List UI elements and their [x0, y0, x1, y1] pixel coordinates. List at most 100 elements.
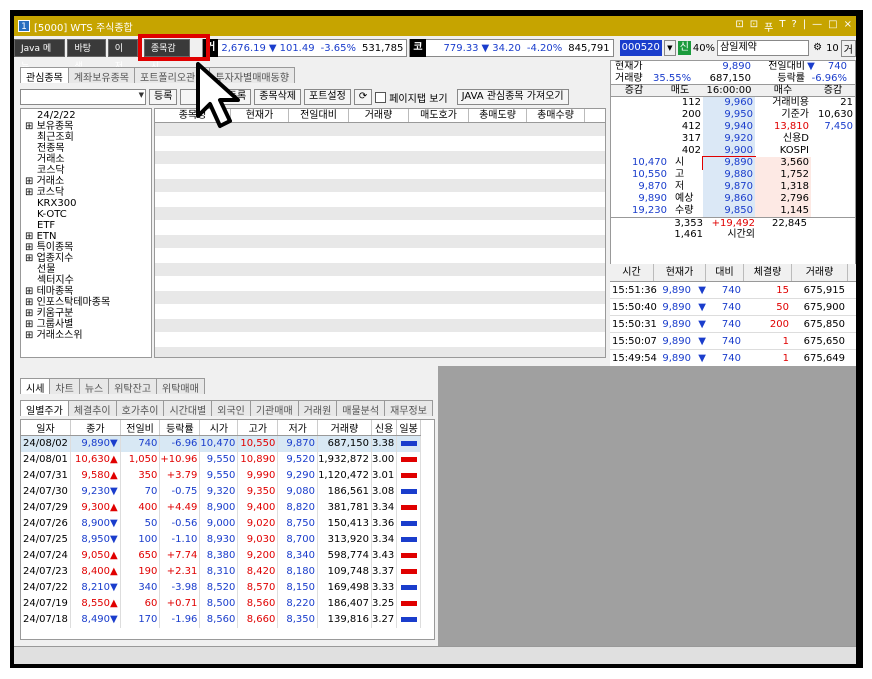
grid-row[interactable]	[155, 319, 605, 333]
bid-row[interactable]: 10,470 시 9,890 3,560	[611, 156, 855, 170]
tree-item[interactable]: ⊞ 코스닥	[25, 187, 151, 198]
daily-row[interactable]: 24/07/24 9,050▲ 650 +7.74 8,380 9,200 8,340 598…	[21, 547, 421, 564]
tab-watchlist[interactable]: 관심종목	[20, 67, 69, 84]
stock-code-input[interactable]: 000520	[619, 40, 662, 56]
col-total-ask[interactable]: 총매도량	[469, 109, 527, 122]
expand-icon[interactable]: ⊞	[25, 242, 37, 253]
tree-item[interactable]: ⊞ 인포스탁테마종목	[25, 297, 151, 308]
expand-icon[interactable]: ⊞	[25, 187, 37, 198]
tab-trade[interactable]: 위탁매매	[156, 378, 205, 395]
tree-item[interactable]: ⊞ 거래소스위	[25, 330, 151, 341]
portfolio-settings-button[interactable]: 포트설정	[304, 89, 351, 105]
help-icon[interactable]: ?	[791, 19, 796, 34]
page-view-checkbox[interactable]	[375, 91, 387, 103]
pin-icon[interactable]: 푸	[764, 19, 773, 34]
grid-row[interactable]	[155, 207, 605, 221]
tree-item[interactable]: ⊞ 테마종목	[25, 286, 151, 297]
bid-row[interactable]: 10,550 고 9,880 1,752	[611, 169, 855, 181]
tree-item[interactable]: 24/2/22	[25, 110, 151, 121]
java-menu-button[interactable]: Java 메뉴	[14, 39, 66, 72]
tree-item[interactable]: ⊞ 키움구분	[25, 308, 151, 319]
daily-row[interactable]: 24/07/25 8,950▼ 100 -1.10 8,930 9,030 8,700 313…	[21, 531, 421, 548]
tab-chart[interactable]: 차트	[49, 378, 80, 395]
expand-icon[interactable]: ⊞	[25, 286, 37, 297]
daily-row[interactable]: 24/07/26 8,900▼ 50 -0.56 9,000 9,020 8,750 150,…	[21, 515, 421, 532]
partial-button[interactable]: 이저	[107, 39, 138, 72]
grid-row[interactable]	[155, 263, 605, 277]
tab-holdings[interactable]: 계좌보유종목	[67, 67, 136, 84]
expand-icon[interactable]: ⊞	[25, 308, 37, 319]
tick-row[interactable]: 15:49:54 9,890 ▼ 740 1 675,649	[610, 350, 856, 367]
subtab-financials[interactable]: 재무정보	[384, 400, 433, 417]
grid-row[interactable]	[155, 137, 605, 151]
restore-icon[interactable]: ⊡	[735, 19, 743, 34]
ask-row[interactable]: 200 9,950 기준가 10,630	[611, 109, 855, 121]
expand-icon[interactable]: ⊞	[25, 253, 37, 264]
tree-item[interactable]: 거래소	[25, 154, 151, 165]
daily-row[interactable]: 24/08/02 9,890▼ 740 -6.96 10,470 10,550 9,870 6…	[21, 435, 421, 452]
bid-row[interactable]: 9,890 예상 9,860 2,796	[611, 193, 855, 205]
expand-icon[interactable]: ⊞	[25, 297, 37, 308]
col-change[interactable]: 전일대비	[289, 109, 349, 122]
daily-row[interactable]: 24/07/22 8,210▼ 340 -3.98 8,520 8,570 8,150 169…	[21, 579, 421, 596]
tree-item[interactable]: K-OTC	[25, 209, 151, 220]
grid-row[interactable]	[155, 165, 605, 179]
bg-color-button[interactable]: 바탕색	[67, 39, 106, 72]
subtab-orderbook[interactable]: 호가추이	[115, 400, 165, 417]
tree-item[interactable]: 코스닥	[25, 165, 151, 176]
daily-row[interactable]: 24/08/01 10,630▲ 1,050 +10.96 9,550 10,890 9,5…	[21, 451, 421, 468]
ask-row[interactable]: 402 9,900 KOSPI	[611, 145, 855, 157]
geo-button[interactable]: 거	[840, 39, 856, 57]
refresh-icon[interactable]: ⟳	[353, 89, 373, 105]
subtab-institution[interactable]: 기관매매	[249, 400, 299, 417]
daily-row[interactable]: 24/07/19 8,550▲ 60 +0.71 8,500 8,560 8,220 186,…	[21, 595, 421, 612]
expand-icon[interactable]: ⊞	[25, 176, 37, 187]
subtab-hourly[interactable]: 시간대별	[163, 400, 213, 417]
expand-icon[interactable]: ⊞	[25, 319, 37, 330]
tick-row[interactable]: 15:51:36 9,890 ▼ 740 15 675,915	[610, 282, 856, 299]
bid-row[interactable]: 9,870 저 9,870 1,318	[611, 181, 855, 193]
daily-row[interactable]: 24/07/30 9,230▼ 70 -0.75 9,320 9,350 9,080 186,…	[21, 483, 421, 500]
java-import-button[interactable]: JAVA 관심종목 가져오기	[456, 89, 569, 105]
grid-row[interactable]	[155, 291, 605, 305]
grid-row[interactable]	[155, 193, 605, 207]
subtab-daily[interactable]: 일별주가	[20, 400, 69, 417]
daily-row[interactable]: 24/07/31 9,580▲ 350 +3.79 9,550 9,990 9,290 1,1…	[21, 467, 421, 484]
daily-row[interactable]: 24/07/29 9,300▲ 400 +4.49 8,900 9,400 8,820 381…	[21, 499, 421, 516]
grid-row[interactable]	[155, 179, 605, 193]
daily-row[interactable]: 24/07/18 8,490▼ 170 -1.96 8,560 8,660 8,350 139…	[21, 611, 421, 628]
minimize-icon[interactable]: —	[812, 19, 822, 34]
maximize-icon[interactable]: □	[828, 19, 837, 34]
tree-item[interactable]: ⊞ 보유종목	[25, 121, 151, 132]
grid-row[interactable]	[155, 151, 605, 165]
grid-row[interactable]	[155, 347, 605, 357]
tree-item[interactable]: 최근조회	[25, 132, 151, 143]
subtab-foreign[interactable]: 외국인	[211, 400, 251, 417]
grid-row[interactable]	[155, 235, 605, 249]
subtab-broker[interactable]: 거래원	[297, 400, 338, 417]
tree-item[interactable]: ⊞ 거래소	[25, 176, 151, 187]
daily-row[interactable]: 24/07/23 8,400▲ 190 +2.31 8,310 8,420 8,180 109…	[21, 563, 421, 580]
tree-item[interactable]: ⊞ 그룹사별	[25, 319, 151, 330]
ask-row[interactable]: 317 9,920 신용D	[611, 133, 855, 145]
tree-item[interactable]: ETF	[25, 220, 151, 231]
group-select[interactable]	[20, 89, 146, 105]
tree-item[interactable]: ⊞ ETN	[25, 231, 151, 242]
col-volume[interactable]: 거래량	[349, 109, 409, 122]
tick-row[interactable]: 15:50:40 9,890 ▼ 740 50 675,900	[610, 299, 856, 316]
chevron-down-icon[interactable]: ▼	[663, 40, 676, 56]
col-ask[interactable]: 매도호가	[409, 109, 469, 122]
grid-row[interactable]	[155, 305, 605, 319]
tab-news[interactable]: 뉴스	[78, 378, 110, 395]
grid-row[interactable]	[155, 249, 605, 263]
tree-item[interactable]: 전종목	[25, 143, 151, 154]
font-size-icon[interactable]: T	[779, 19, 785, 34]
ask-row[interactable]: 412 9,940 13,810 7,450	[611, 121, 855, 133]
subtab-trend[interactable]: 체결추이	[67, 400, 117, 417]
tree-item[interactable]: KRX300	[25, 198, 151, 209]
subtab-volume-profile[interactable]: 매물분석	[336, 400, 386, 417]
tick-row[interactable]: 15:50:07 9,890 ▼ 740 1 675,650	[610, 333, 856, 350]
tab-quote[interactable]: 시세	[20, 378, 51, 395]
register-button[interactable]: 등록	[149, 89, 178, 105]
close-icon[interactable]: ×	[844, 19, 852, 34]
